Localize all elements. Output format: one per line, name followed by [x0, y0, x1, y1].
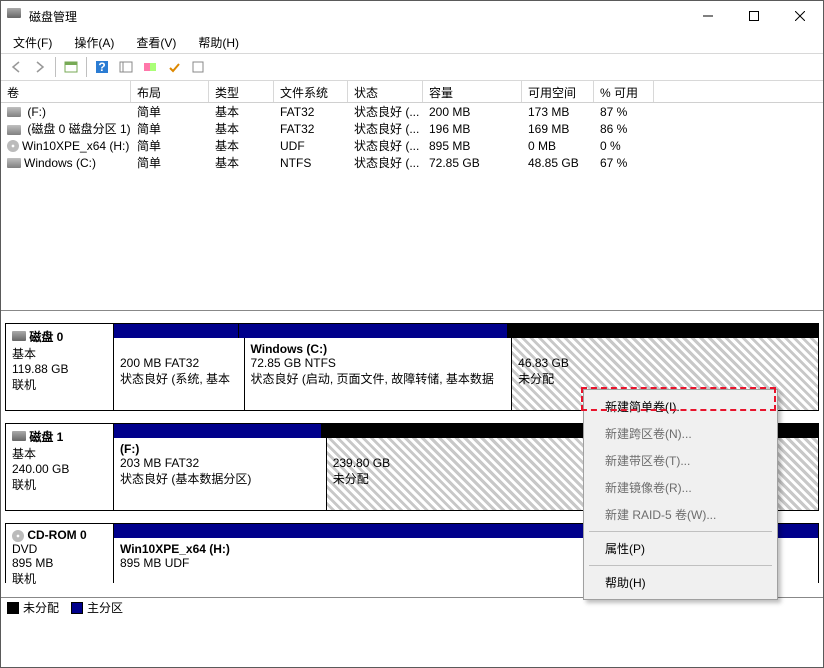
forward-button[interactable] — [29, 56, 51, 78]
titlebar: 磁盘管理 — [1, 1, 823, 31]
legend: 未分配 主分区 — [1, 597, 823, 617]
disk-label[interactable]: 磁盘 0基本119.88 GB联机 — [6, 324, 114, 410]
col-fs[interactable]: 文件系统 — [274, 81, 348, 102]
ctx-separator — [589, 565, 772, 566]
col-volume[interactable]: 卷 — [1, 81, 131, 102]
maximize-button[interactable] — [731, 1, 777, 31]
toolbar-icon-4[interactable] — [139, 56, 161, 78]
menubar: 文件(F) 操作(A) 查看(V) 帮助(H) — [1, 31, 823, 53]
col-type[interactable]: 类型 — [209, 81, 274, 102]
partition[interactable]: Windows (C:)72.85 GB NTFS状态良好 (启动, 页面文件,… — [245, 338, 513, 410]
col-layout[interactable]: 布局 — [131, 81, 209, 102]
volume-list[interactable]: 卷 布局 类型 文件系统 状态 容量 可用空间 % 可用 (F:)简单基本FAT… — [1, 81, 823, 311]
menu-help[interactable]: 帮助(H) — [192, 32, 245, 53]
help-icon[interactable]: ? — [91, 56, 113, 78]
legend-primary: 主分区 — [87, 599, 123, 616]
ctx-new-simple-volume[interactable]: 新建简单卷(I)... — [587, 393, 774, 420]
legend-unalloc-swatch — [7, 602, 19, 614]
ctx-separator — [589, 531, 772, 532]
partition[interactable]: (F:)203 MB FAT32状态良好 (基本数据分区) — [114, 438, 327, 510]
minimize-button[interactable] — [685, 1, 731, 31]
partition[interactable]: 200 MB FAT32状态良好 (系统, 基本 — [114, 338, 245, 410]
disk-label[interactable]: 磁盘 1基本240.00 GB联机 — [6, 424, 114, 510]
volume-row[interactable]: (F:)简单基本FAT32状态良好 (...200 MB173 MB87 % — [1, 103, 823, 120]
volume-row[interactable]: (磁盘 0 磁盘分区 1)简单基本FAT32状态良好 (...196 MB169… — [1, 120, 823, 137]
col-pctfree[interactable]: % 可用 — [594, 81, 654, 102]
col-capacity[interactable]: 容量 — [423, 81, 522, 102]
separator — [55, 57, 56, 77]
separator — [86, 57, 87, 77]
disk-label[interactable]: CD-ROM 0DVD895 MB联机 — [6, 524, 114, 583]
ctx-new-raid5-volume: 新建 RAID-5 卷(W)... — [587, 501, 774, 528]
ctx-properties[interactable]: 属性(P) — [587, 535, 774, 562]
ctx-help[interactable]: 帮助(H) — [587, 569, 774, 596]
col-free[interactable]: 可用空间 — [522, 81, 594, 102]
menu-file[interactable]: 文件(F) — [7, 32, 58, 53]
back-button[interactable] — [5, 56, 27, 78]
column-headers: 卷 布局 类型 文件系统 状态 容量 可用空间 % 可用 — [1, 81, 823, 103]
ctx-new-spanned-volume: 新建跨区卷(N)... — [587, 420, 774, 447]
menu-view[interactable]: 查看(V) — [130, 32, 182, 53]
menu-action[interactable]: 操作(A) — [68, 32, 120, 53]
toolbar-icon-1[interactable] — [60, 56, 82, 78]
app-icon — [7, 8, 23, 24]
ctx-new-mirror-volume: 新建镜像卷(R)... — [587, 474, 774, 501]
svg-text:?: ? — [98, 60, 105, 74]
ctx-new-striped-volume: 新建带区卷(T)... — [587, 447, 774, 474]
volume-row[interactable]: Windows (C:)简单基本NTFS状态良好 (...72.85 GB48.… — [1, 154, 823, 171]
toolbar-icon-3[interactable] — [115, 56, 137, 78]
col-status[interactable]: 状态 — [348, 81, 423, 102]
window-title: 磁盘管理 — [29, 8, 685, 25]
toolbar: ? — [1, 53, 823, 81]
close-button[interactable] — [777, 1, 823, 31]
volume-row[interactable]: Win10XPE_x64 (H:)简单基本UDF状态良好 (...895 MB0… — [1, 137, 823, 154]
toolbar-icon-6[interactable] — [187, 56, 209, 78]
context-menu: 新建简单卷(I)... 新建跨区卷(N)... 新建带区卷(T)... 新建镜像… — [583, 389, 778, 600]
toolbar-icon-5[interactable] — [163, 56, 185, 78]
legend-unalloc: 未分配 — [23, 599, 59, 616]
legend-primary-swatch — [71, 602, 83, 614]
